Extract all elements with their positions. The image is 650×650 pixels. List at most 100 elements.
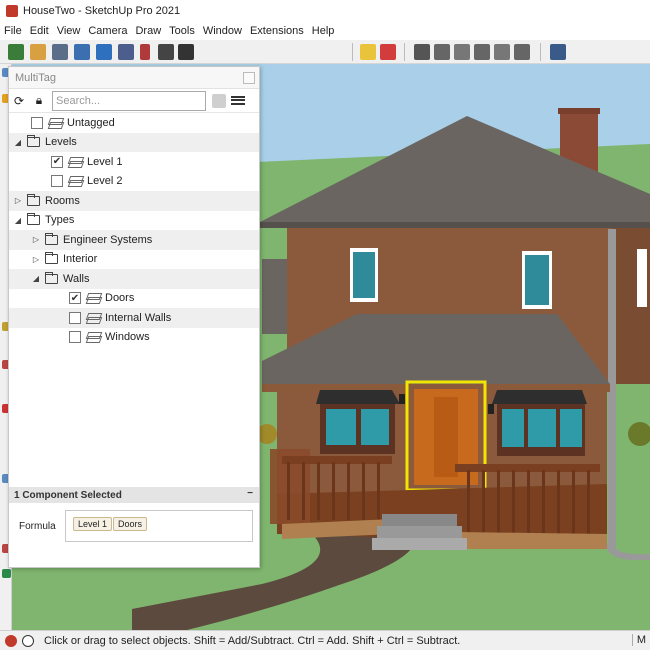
tree-row-label: Internal Walls xyxy=(105,311,172,324)
tree-row[interactable]: ▷ Interior xyxy=(9,250,259,270)
walk-icon[interactable] xyxy=(158,44,174,60)
folder-icon xyxy=(45,271,58,284)
hamburger-menu-icon[interactable] xyxy=(231,94,245,108)
section-plane-icon[interactable] xyxy=(550,44,566,60)
collapsed-caret-icon[interactable]: ▷ xyxy=(31,255,41,264)
zoom-extents-icon[interactable] xyxy=(96,44,112,60)
pan-icon[interactable] xyxy=(30,44,46,60)
title-bar: HouseTwo - SketchUp Pro 2021 xyxy=(0,0,650,22)
tree-row[interactable]: ◢ Walls xyxy=(9,269,259,289)
tree-row-label: Engineer Systems xyxy=(63,233,153,246)
left-view-icon[interactable] xyxy=(514,44,530,60)
tree-row-label: Types xyxy=(45,214,75,227)
panel-title-bar: MultiTag xyxy=(9,67,259,89)
formula-box[interactable]: Level 1 Doors xyxy=(65,510,253,542)
tree-row-label: Walls xyxy=(63,272,90,285)
multitag-panel: MultiTag ⟳ 🔒︎ Untagged◢Levels✔Level 1Lev… xyxy=(8,66,260,568)
folder-icon xyxy=(45,252,58,265)
tree-row-label: Rooms xyxy=(45,194,80,207)
expanded-caret-icon[interactable]: ◢ xyxy=(31,274,41,283)
expanded-caret-icon[interactable]: ◢ xyxy=(13,216,23,225)
menu-tools[interactable]: Tools xyxy=(167,25,201,37)
geolocation-icon[interactable] xyxy=(5,634,17,647)
tree-row-label: Interior xyxy=(63,253,98,266)
untag-tool-icon[interactable] xyxy=(380,44,396,60)
toolbar-separator xyxy=(404,43,405,61)
visibility-checkbox[interactable] xyxy=(51,175,63,188)
formula-chip[interactable]: Doors xyxy=(113,517,148,531)
previous-view-icon[interactable] xyxy=(118,44,134,60)
visibility-checkbox[interactable] xyxy=(69,311,81,324)
iso-view-icon[interactable] xyxy=(414,44,430,60)
tree-row[interactable]: Level 2 xyxy=(9,172,259,192)
tree-row-label: Windows xyxy=(105,331,150,344)
zoom-icon[interactable] xyxy=(52,44,68,60)
visibility-checkbox[interactable]: ✔ xyxy=(69,292,81,305)
menu-extensions[interactable]: Extensions xyxy=(248,25,310,37)
status-bar: Click or drag to select objects. Shift =… xyxy=(0,630,650,650)
toolbar-separator xyxy=(540,43,541,61)
tree-row[interactable]: ◢ Levels xyxy=(9,132,259,152)
front-view-icon[interactable] xyxy=(454,44,470,60)
tree-row-label: Levels xyxy=(45,136,77,149)
panel-title: MultiTag xyxy=(15,71,56,84)
expanded-caret-icon[interactable]: ◢ xyxy=(13,138,23,147)
tag-layer-icon xyxy=(87,332,99,342)
orbit-icon[interactable] xyxy=(8,44,24,60)
collapsed-caret-icon[interactable]: ▷ xyxy=(13,196,23,205)
menu-edit[interactable]: Edit xyxy=(28,25,55,37)
formula-label: Formula xyxy=(19,521,56,532)
visibility-checkbox[interactable] xyxy=(69,331,81,344)
tag-layer-icon xyxy=(49,118,61,128)
menu-camera[interactable]: Camera xyxy=(86,25,133,37)
refresh-icon[interactable]: ⟳ xyxy=(12,94,26,108)
menu-bar: File Edit View Camera Draw Tools Window … xyxy=(0,22,650,40)
look-around-icon[interactable] xyxy=(178,44,194,60)
folder-icon xyxy=(27,213,40,226)
menu-view[interactable]: View xyxy=(55,25,87,37)
tree-row[interactable]: Untagged xyxy=(9,113,259,133)
menu-draw[interactable]: Draw xyxy=(133,25,167,37)
formula-chip[interactable]: Level 1 xyxy=(73,517,113,531)
tree-row-label: Level 1 xyxy=(87,155,123,168)
tree-row[interactable]: ◢ Types xyxy=(9,211,259,231)
toolbar-separator xyxy=(352,43,353,61)
visibility-checkbox[interactable] xyxy=(31,116,43,129)
panel-toolbar: ⟳ 🔒︎ xyxy=(9,89,259,113)
tag-layer-icon xyxy=(87,313,99,323)
search-input[interactable] xyxy=(52,90,206,111)
tag-layer-icon xyxy=(69,157,81,167)
tree-row[interactable]: ✔ Level 1 xyxy=(9,152,259,172)
lock-icon[interactable]: 🔒︎ xyxy=(32,93,46,108)
tag-tool-icon[interactable] xyxy=(360,44,376,60)
save-icon[interactable] xyxy=(212,93,226,108)
menu-help[interactable]: Help xyxy=(310,25,341,37)
warehouse-icon[interactable] xyxy=(2,569,11,578)
tree-row[interactable]: Internal Walls xyxy=(9,308,259,328)
collapse-button[interactable]: − xyxy=(247,488,253,499)
panel-close-button[interactable] xyxy=(243,72,255,84)
tree-row[interactable]: ✔ Doors xyxy=(9,289,259,309)
zoom-window-icon[interactable] xyxy=(74,44,90,60)
collapsed-caret-icon[interactable]: ▷ xyxy=(31,235,41,244)
selection-status-text: 1 Component Selected xyxy=(14,489,122,501)
tree-row[interactable]: ▷ Rooms xyxy=(9,191,259,211)
menu-file[interactable]: File xyxy=(2,25,28,37)
folder-icon xyxy=(27,193,40,206)
tag-layer-icon xyxy=(69,176,81,186)
right-view-icon[interactable] xyxy=(474,44,490,60)
tree-row[interactable]: ▷ Engineer Systems xyxy=(9,230,259,250)
window-title: HouseTwo - SketchUp Pro 2021 xyxy=(23,5,181,17)
visibility-checkbox[interactable]: ✔ xyxy=(51,155,63,168)
tag-layer-icon xyxy=(87,293,99,303)
selection-status-bar: 1 Component Selected − xyxy=(9,487,259,503)
tree-row-label: Untagged xyxy=(67,116,115,129)
info-icon[interactable] xyxy=(22,634,34,647)
folder-icon xyxy=(45,232,58,245)
top-view-icon[interactable] xyxy=(434,44,450,60)
tree-row[interactable]: Windows xyxy=(9,328,259,348)
position-camera-icon[interactable] xyxy=(140,44,150,60)
measurements-box[interactable]: M xyxy=(631,634,646,646)
menu-window[interactable]: Window xyxy=(201,25,248,37)
back-view-icon[interactable] xyxy=(494,44,510,60)
